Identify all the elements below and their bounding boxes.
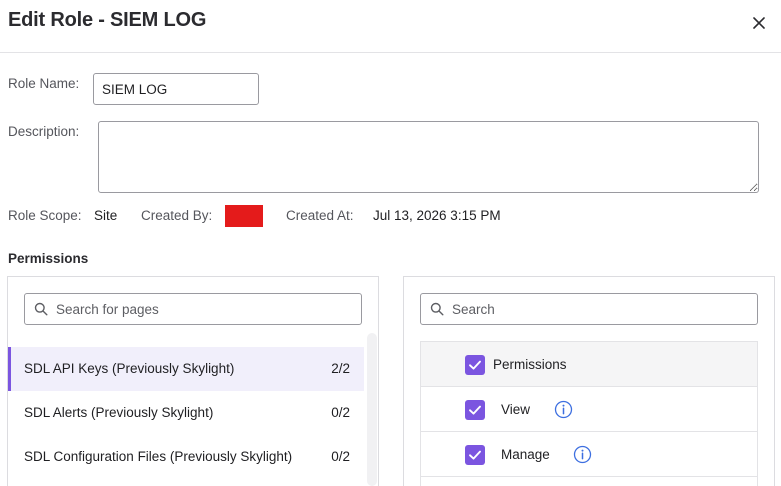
pages-search-input[interactable]: Search for pages (24, 293, 362, 325)
info-icon[interactable] (554, 400, 573, 419)
permission-label-view: View (501, 402, 531, 417)
permissions-header-label: Permissions (493, 357, 567, 372)
created-by-label: Created By: (141, 208, 213, 223)
role-name-label: Role Name: (8, 76, 80, 91)
pages-search-placeholder: Search for pages (56, 302, 159, 317)
page-item-name: SDL Configuration Files (Previously Skyl… (24, 449, 293, 464)
dialog-header: Edit Role - SIEM LOG (0, 0, 781, 53)
permissions-search-placeholder: Search (452, 302, 495, 317)
page-item-name: SDL API Keys (Previously Skylight) (24, 361, 235, 376)
page-item-name: SDL Alerts (Previously Skylight) (24, 405, 214, 420)
info-icon[interactable] (573, 445, 592, 464)
page-item-count: 2/2 (331, 361, 350, 376)
created-at-value: Jul 13, 2026 3:15 PM (373, 208, 501, 223)
search-icon (430, 302, 444, 316)
dialog-title: Edit Role - SIEM LOG (8, 9, 207, 31)
role-scope-label: Role Scope: (8, 208, 82, 223)
created-by-redacted-swatch (225, 205, 263, 227)
permission-row-partial (421, 476, 757, 486)
page-item[interactable]: SDL Alerts (Previously Skylight) 0/2 (8, 391, 364, 435)
view-checkbox[interactable] (465, 400, 485, 420)
pages-scrollbar[interactable] (367, 333, 377, 486)
page-item[interactable]: SDL Configuration Files (Previously Skyl… (8, 435, 364, 479)
permission-row-manage: Manage (421, 431, 757, 476)
created-at-label: Created At: (286, 208, 354, 223)
manage-checkbox[interactable] (465, 445, 485, 465)
permission-row-view: View (421, 386, 757, 431)
page-item-count: 0/2 (331, 405, 350, 420)
permissions-table-header: Permissions (421, 341, 757, 386)
close-icon[interactable] (749, 13, 769, 33)
permissions-heading: Permissions (8, 251, 89, 266)
role-scope-value: Site (94, 208, 118, 223)
description-label: Description: (8, 124, 80, 139)
page-item-count: 0/2 (331, 449, 350, 464)
permissions-search-input[interactable]: Search (420, 293, 758, 325)
description-textarea[interactable] (98, 121, 759, 193)
select-all-checkbox[interactable] (465, 355, 485, 375)
permission-label-manage: Manage (501, 447, 550, 462)
role-name-input[interactable] (93, 73, 259, 105)
permissions-table: Permissions View Manage (420, 341, 758, 486)
search-icon (34, 302, 48, 316)
page-item[interactable]: SDL API Keys (Previously Skylight) 2/2 (8, 347, 364, 391)
